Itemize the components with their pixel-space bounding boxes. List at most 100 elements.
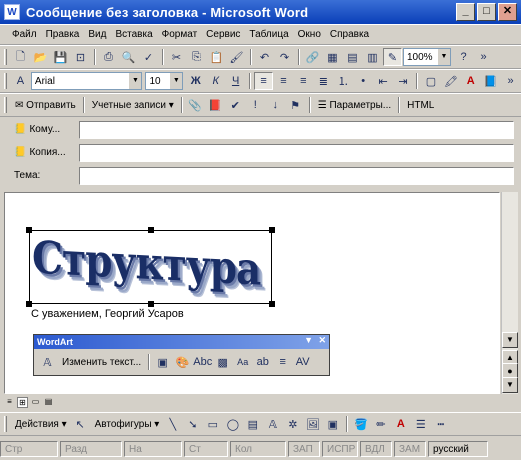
wordart-shape-icon[interactable]: Abc <box>193 353 212 371</box>
zoom-select[interactable]: 100% ▼ <box>403 48 451 66</box>
normal-view-icon[interactable]: ≡ <box>4 397 15 408</box>
font-color-icon[interactable]: A <box>461 72 480 90</box>
status-extend[interactable]: ВДЛ <box>360 441 392 457</box>
vertical-scrollbar[interactable]: ▼ ▲ ● ▼ <box>501 192 518 394</box>
hyperlink-icon[interactable]: 🔗 <box>303 48 322 66</box>
redo-icon[interactable]: ↷ <box>275 48 294 66</box>
oval-icon[interactable]: ◯ <box>223 415 242 433</box>
address-book-icon[interactable]: 📕 <box>206 96 225 114</box>
importance-high-icon[interactable]: ! <box>246 96 265 114</box>
vertical-text-icon[interactable]: ab <box>253 353 272 371</box>
borders-icon[interactable]: ▢ <box>421 72 440 90</box>
importance-low-icon[interactable]: ↓ <box>266 96 285 114</box>
help-icon[interactable]: ? <box>454 48 473 66</box>
rectangle-icon[interactable]: ▭ <box>203 415 222 433</box>
attach-icon[interactable]: 📎 <box>186 96 205 114</box>
toolbar-grip[interactable] <box>4 416 7 432</box>
send-button[interactable]: ✉ Отправить <box>11 96 80 114</box>
paste-icon[interactable]: 📋 <box>207 48 226 66</box>
web-view-icon[interactable]: ⊞ <box>17 396 28 408</box>
print-layout-icon[interactable]: ▭ <box>30 397 41 408</box>
toolbar-options-icon[interactable]: » <box>501 72 520 90</box>
resize-handle[interactable] <box>148 301 154 307</box>
maximize-button[interactable]: □ <box>477 3 496 21</box>
diagram-icon[interactable]: ✲ <box>283 415 302 433</box>
menu-view[interactable]: Вид <box>88 29 106 40</box>
cc-button[interactable]: 📒 Копия... <box>0 147 74 158</box>
insert-wordart-icon[interactable]: 𝔸 <box>38 353 57 371</box>
to-button[interactable]: 📒 Кому... <box>0 124 74 135</box>
toolbar-grip[interactable] <box>4 49 7 65</box>
text-box-icon[interactable]: ▤ <box>243 415 262 433</box>
select-objects-icon[interactable]: ↖ <box>71 415 90 433</box>
character-spacing-icon[interactable]: AV <box>293 353 312 371</box>
font-name-select[interactable]: Arial ▼ <box>30 72 143 90</box>
wordart-object[interactable]: Структура книги <box>29 230 272 304</box>
justify-icon[interactable]: ≣ <box>314 72 333 90</box>
status-record[interactable]: ЗАП <box>288 441 320 457</box>
minimize-button[interactable]: _ <box>456 3 475 21</box>
styles-icon[interactable]: A <box>11 72 30 90</box>
status-track-changes[interactable]: ИСПР <box>322 441 358 457</box>
resize-handle[interactable] <box>26 301 32 307</box>
print-preview-icon[interactable]: 🔍 <box>119 48 138 66</box>
toolbar-grip[interactable] <box>4 73 7 89</box>
actions-dropdown[interactable]: Действия ▾ <box>11 415 71 433</box>
close-icon[interactable]: ✕ <box>318 335 326 346</box>
menu-insert[interactable]: Вставка <box>115 29 152 40</box>
line-color-icon[interactable]: ✏ <box>371 415 390 433</box>
insert-excel-icon[interactable]: ▥ <box>363 48 382 66</box>
format-wordart-icon[interactable]: 🎨 <box>173 353 192 371</box>
resize-handle[interactable] <box>269 301 275 307</box>
menu-edit[interactable]: Правка <box>46 29 80 40</box>
next-object-icon[interactable]: ▼ <box>502 377 518 393</box>
cc-field[interactable] <box>79 143 514 162</box>
html-format-dropdown[interactable]: HTML <box>403 96 438 114</box>
toolbar-grip[interactable] <box>4 97 7 113</box>
format-painter-icon[interactable]: 🖌 <box>227 48 246 66</box>
edit-text-button[interactable]: Изменить текст... <box>58 353 145 371</box>
undo-icon[interactable]: ↶ <box>255 48 274 66</box>
underline-button[interactable]: Ч <box>226 72 245 90</box>
align-center-icon[interactable]: ≡ <box>274 72 293 90</box>
italic-button[interactable]: К <box>206 72 225 90</box>
resize-handle[interactable] <box>269 227 275 233</box>
highlight-icon[interactable]: 🖍 <box>441 72 460 90</box>
line-style-icon[interactable]: ☰ <box>411 415 430 433</box>
toolbar-options-icon[interactable]: » <box>474 48 493 66</box>
menu-tools[interactable]: Сервис <box>206 29 240 40</box>
decrease-indent-icon[interactable]: ⇤ <box>374 72 393 90</box>
alignment-icon[interactable]: ≡ <box>273 353 292 371</box>
document-area[interactable]: Структура книги С уважением, Георгий Уса… <box>4 192 500 394</box>
dash-style-icon[interactable]: ┅ <box>431 415 450 433</box>
menu-table[interactable]: Таблица <box>249 29 288 40</box>
close-button[interactable]: ✕ <box>498 3 517 21</box>
spelling-icon[interactable]: ✓ <box>139 48 158 66</box>
wordart-toolbar-title[interactable]: WordArt ▼ ✕ <box>34 335 329 349</box>
save-icon[interactable]: 💾 <box>51 48 70 66</box>
resize-handle[interactable] <box>148 227 154 233</box>
research-icon[interactable]: 📘 <box>481 72 500 90</box>
clip-art-icon[interactable]: 🖼 <box>303 415 322 433</box>
menu-window[interactable]: Окно <box>298 29 321 40</box>
line-icon[interactable]: ╲ <box>163 415 182 433</box>
font-size-select[interactable]: 10 ▼ <box>145 72 184 90</box>
font-color-icon[interactable]: A <box>391 415 410 433</box>
chevron-down-icon[interactable]: ▼ <box>304 335 313 345</box>
menu-help[interactable]: Справка <box>330 29 369 40</box>
print-icon[interactable]: ⎙ <box>99 48 118 66</box>
align-left-icon[interactable]: ≡ <box>254 72 273 90</box>
copy-icon[interactable]: ⎘ <box>187 48 206 66</box>
bullets-icon[interactable]: • <box>354 72 373 90</box>
wordart-gallery-icon[interactable]: ▣ <box>153 353 172 371</box>
accounts-dropdown[interactable]: Учетные записи ▾ <box>88 96 178 114</box>
permission-icon[interactable]: ⊡ <box>71 48 90 66</box>
options-button[interactable]: ☰ Параметры... <box>314 96 395 114</box>
same-height-button[interactable]: Аа <box>233 353 252 371</box>
autoshapes-dropdown[interactable]: Автофигуры ▾ <box>91 415 164 433</box>
insert-wordart-icon[interactable]: 𝔸 <box>263 415 282 433</box>
check-names-icon[interactable]: ✔ <box>226 96 245 114</box>
follow-up-flag-icon[interactable]: ⚑ <box>286 96 305 114</box>
to-field[interactable] <box>79 120 514 139</box>
subject-field[interactable] <box>79 166 514 185</box>
